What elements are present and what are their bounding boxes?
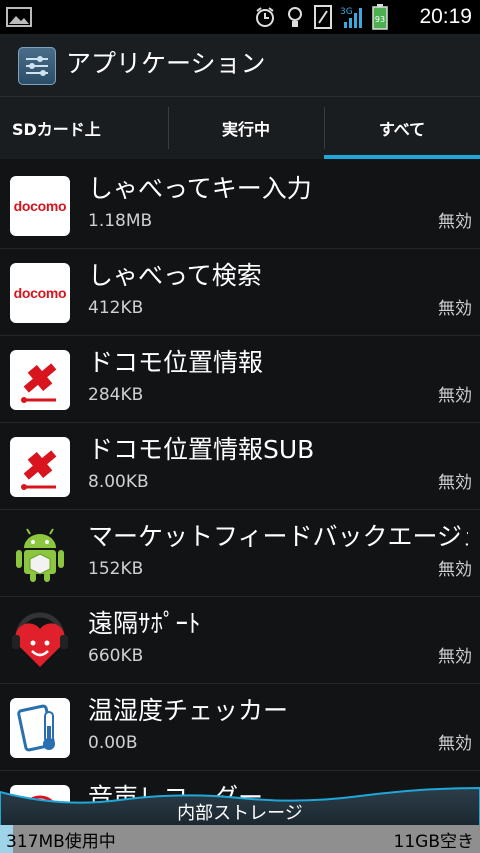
- tab-sd-card[interactable]: SDカード上: [0, 97, 168, 159]
- storage-footer: 内部ストレージ 317MB使用中 11GB空き: [0, 786, 480, 853]
- storage-usage-bar: 317MB使用中 11GB空き: [0, 825, 480, 853]
- app-size: 8.00KB: [88, 472, 149, 492]
- app-status: 無効: [438, 212, 472, 232]
- app-name: しゃべってキー入力: [88, 174, 312, 203]
- app-size: 412KB: [88, 298, 144, 318]
- storage-label: 内部ストレージ: [177, 803, 303, 824]
- list-item[interactable]: docomo しゃべって検索 412KB 無効: [0, 249, 480, 336]
- app-name: 遠隔ｻﾎﾟｰﾄ: [88, 609, 201, 638]
- app-name: しゃべって検索: [88, 261, 262, 290]
- list-item[interactable]: 温湿度チェッカー 0.00B 無効: [0, 684, 480, 771]
- list-item[interactable]: マーケットフィードバックエージェ 152KB 無効: [0, 510, 480, 597]
- tab-running[interactable]: 実行中: [168, 97, 324, 159]
- satellite-location-icon: [10, 350, 70, 410]
- alarm-icon: [254, 6, 276, 28]
- app-size: 152KB: [88, 559, 144, 579]
- app-size: 660KB: [88, 646, 144, 666]
- docomo-logo-icon: docomo: [10, 263, 70, 323]
- screen-icon: [314, 5, 332, 29]
- app-status: 無効: [438, 734, 472, 754]
- app-status: 無効: [438, 647, 472, 667]
- list-item[interactable]: ドコモ位置情報SUB 8.00KB 無効: [0, 423, 480, 510]
- list-item[interactable]: ドコモ位置情報 284KB 無効: [0, 336, 480, 423]
- app-status: 無効: [438, 299, 472, 319]
- tab-bar: SDカード上 実行中 すべて: [0, 97, 480, 159]
- status-clock: 20:19: [419, 5, 472, 28]
- sync-icon: [284, 6, 306, 28]
- app-name: マーケットフィードバックエージェ: [88, 522, 468, 551]
- app-status: 無効: [438, 560, 472, 580]
- heart-headset-icon: [10, 611, 70, 671]
- settings-sliders-icon[interactable]: [18, 47, 56, 85]
- app-list: docomo しゃべってキー入力 1.18MB 無効 docomo しゃべって検…: [0, 162, 480, 831]
- docomo-logo-icon: docomo: [10, 176, 70, 236]
- app-size: 1.18MB: [88, 211, 153, 231]
- tab-label: 実行中: [221, 120, 270, 139]
- list-item[interactable]: 遠隔ｻﾎﾟｰﾄ 660KB 無効: [0, 597, 480, 684]
- tab-label: すべて: [378, 120, 426, 139]
- app-name: ドコモ位置情報: [88, 348, 264, 377]
- tab-label: SDカード上: [12, 120, 101, 139]
- app-size: 0.00B: [88, 733, 138, 753]
- tab-selected-indicator: [324, 155, 480, 159]
- storage-used-text: 317MB使用中: [6, 832, 116, 852]
- action-bar: アプリケーション: [0, 34, 480, 97]
- battery-icon: 93: [372, 4, 388, 30]
- page-title: アプリケーション: [66, 49, 266, 78]
- battery-level: 93: [375, 15, 385, 24]
- gallery-icon: [6, 7, 32, 27]
- android-robot-icon: [10, 524, 70, 584]
- signal-icon: 3G: [340, 5, 364, 29]
- app-name: ドコモ位置情報SUB: [88, 435, 315, 464]
- network-label: 3G: [340, 7, 353, 17]
- app-name: 温湿度チェッカー: [88, 696, 289, 725]
- app-size: 284KB: [88, 385, 144, 405]
- thermometer-icon: [10, 698, 70, 758]
- satellite-location-icon: [10, 437, 70, 497]
- status-bar: 3G 93 20:19: [0, 0, 480, 34]
- app-status: 無効: [438, 473, 472, 493]
- tab-all[interactable]: すべて: [324, 97, 480, 159]
- app-status: 無効: [438, 386, 472, 406]
- storage-free-text: 11GB空き: [393, 832, 474, 852]
- list-item[interactable]: docomo しゃべってキー入力 1.18MB 無効: [0, 162, 480, 249]
